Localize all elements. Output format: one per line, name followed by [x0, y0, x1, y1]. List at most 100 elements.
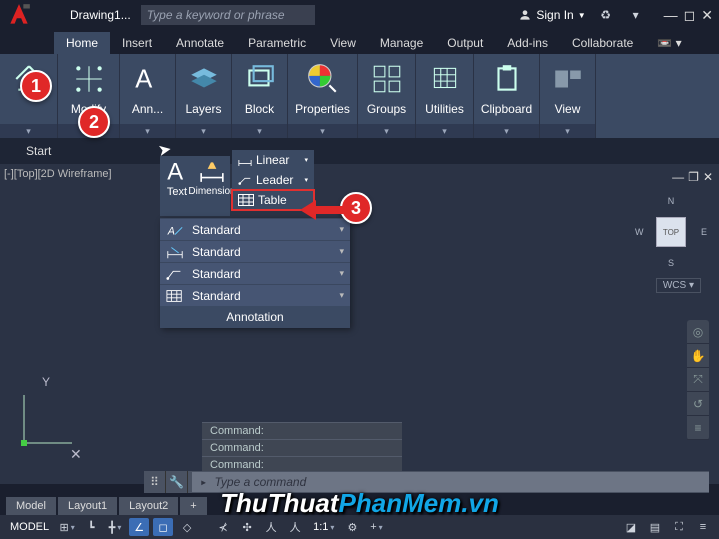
- wcs-label[interactable]: WCS ▾: [656, 278, 701, 293]
- status-scale[interactable]: 1:1▾: [309, 518, 338, 536]
- panel-drop-icon[interactable]: ▾: [288, 124, 357, 138]
- tab-home[interactable]: Home: [54, 32, 110, 54]
- vp-restore-icon[interactable]: ❐: [688, 170, 699, 184]
- tab-annotate[interactable]: Annotate: [164, 32, 236, 54]
- nav-fullnav-icon[interactable]: ◎: [687, 320, 709, 344]
- layout-tab-1[interactable]: Layout1: [58, 497, 117, 515]
- status-transparency-icon[interactable]: ✣: [237, 518, 257, 536]
- flyout-linear-button[interactable]: Linear ▾: [232, 150, 314, 170]
- status-annoscale-icon[interactable]: 人: [285, 518, 305, 536]
- panel-drop-icon[interactable]: ▾: [0, 124, 57, 138]
- tablestyle-icon: [166, 289, 184, 303]
- dimstyle-icon: [166, 245, 184, 259]
- tab-manage[interactable]: Manage: [368, 32, 435, 54]
- command-history: Command: Command: Command:: [202, 422, 402, 473]
- panel-drop-icon[interactable]: ▾: [540, 124, 595, 138]
- status-polar-icon[interactable]: ∠: [129, 518, 149, 536]
- panel-clipboard[interactable]: Clipboard ▾: [474, 54, 540, 138]
- textstyle-value: Standard: [192, 223, 331, 237]
- signin-button[interactable]: Sign In ▼: [518, 8, 585, 22]
- vp-close-icon[interactable]: ✕: [703, 170, 713, 184]
- status-snap-icon[interactable]: ┗: [81, 518, 101, 536]
- filetab-bar: Start: [0, 138, 719, 164]
- search-input[interactable]: Type a keyword or phrase: [141, 5, 315, 25]
- filetab-start[interactable]: Start: [26, 144, 51, 158]
- file-name[interactable]: Drawing1...: [70, 8, 131, 22]
- layout-tab-add[interactable]: +: [180, 497, 206, 515]
- status-grid-icon[interactable]: ⊞▾: [57, 518, 77, 536]
- tab-view[interactable]: View: [318, 32, 368, 54]
- status-cleanscreen-icon[interactable]: ⛶: [669, 518, 689, 536]
- panel-drop-icon[interactable]: ▾: [176, 124, 231, 138]
- status-plus-icon[interactable]: +▾: [366, 518, 386, 536]
- vp-minimize-icon[interactable]: —: [672, 170, 684, 184]
- maximize-button[interactable]: ◻: [684, 7, 696, 24]
- cmd-line: Command:: [202, 422, 402, 439]
- app-logo[interactable]: [6, 2, 32, 28]
- leaderstyle-value: Standard: [192, 267, 331, 281]
- help-icon[interactable]: ▾: [626, 7, 646, 23]
- status-isolate-icon[interactable]: ◪: [621, 518, 641, 536]
- layout-tab-model[interactable]: Model: [6, 497, 56, 515]
- tab-extra[interactable]: 📼 ▾: [645, 32, 693, 54]
- cmd-line: Command:: [202, 439, 402, 456]
- status-lineweight-icon[interactable]: ⊀: [213, 518, 233, 536]
- flyout-text-label: Text: [167, 186, 187, 198]
- status-otrack-icon[interactable]: ◇: [177, 518, 197, 536]
- status-osnap-icon[interactable]: ◻: [153, 518, 173, 536]
- panel-drop-icon[interactable]: ▾: [232, 124, 287, 138]
- tablestyle-dropdown[interactable]: Standard▾: [160, 284, 350, 306]
- tab-addins[interactable]: Add-ins: [495, 32, 560, 54]
- flyout-leader-label: Leader: [256, 173, 293, 187]
- viewcube[interactable]: N S E W TOP: [639, 200, 703, 264]
- viewport-label[interactable]: [-][Top][2D Wireframe]: [4, 168, 112, 180]
- panel-drop-icon[interactable]: ▾: [358, 124, 415, 138]
- exchange-icon[interactable]: ♻: [596, 7, 616, 23]
- panel-utilities[interactable]: Utilities ▾: [416, 54, 474, 138]
- flyout-dimension-button[interactable]: Dimension: [194, 156, 230, 216]
- panel-drop-icon[interactable]: ▾: [120, 124, 175, 138]
- compass-n: N: [668, 196, 675, 206]
- status-gear-icon[interactable]: ⚙: [342, 518, 362, 536]
- flyout-dimension-label: Dimension: [188, 186, 235, 197]
- nav-pan-icon[interactable]: ✋: [687, 344, 709, 368]
- nav-zoom-icon[interactable]: ⤧: [687, 368, 709, 392]
- compass-w: W: [635, 227, 644, 237]
- panel-annotation[interactable]: A Ann... ▾: [120, 54, 176, 138]
- tab-insert[interactable]: Insert: [110, 32, 164, 54]
- panel-drop-icon[interactable]: ▾: [474, 124, 539, 138]
- tab-parametric[interactable]: Parametric: [236, 32, 318, 54]
- status-customize-icon[interactable]: ≡: [693, 518, 713, 536]
- leaderstyle-dropdown[interactable]: Standard▾: [160, 262, 350, 284]
- panel-layers[interactable]: Layers ▾: [176, 54, 232, 138]
- nav-orbit-icon[interactable]: ↺: [687, 392, 709, 416]
- navigation-bar[interactable]: ◎ ✋ ⤧ ↺ ≡: [687, 320, 709, 440]
- panel-properties-label: Properties: [295, 102, 350, 116]
- cmd-customize-icon[interactable]: 🔧: [166, 471, 188, 493]
- flyout-leader-button[interactable]: Leader ▾: [232, 170, 314, 190]
- dimstyle-dropdown[interactable]: Standard▾: [160, 240, 350, 262]
- command-bar: ⠿ 🔧 ▸ Type a command: [144, 471, 709, 493]
- panel-layers-label: Layers: [185, 102, 221, 116]
- nav-showmenu-icon[interactable]: ≡: [687, 416, 709, 440]
- command-input[interactable]: ▸ Type a command: [192, 472, 709, 492]
- status-model[interactable]: MODEL: [6, 518, 53, 536]
- status-hwaccel-icon[interactable]: ▤: [645, 518, 665, 536]
- status-ortho-icon[interactable]: ╋▾: [105, 518, 125, 536]
- panel-block[interactable]: Block ▾: [232, 54, 288, 138]
- panel-drop-icon[interactable]: ▾: [416, 124, 473, 138]
- tab-output[interactable]: Output: [435, 32, 495, 54]
- panel-groups[interactable]: Groups ▾: [358, 54, 416, 138]
- layout-tab-2[interactable]: Layout2: [119, 497, 178, 515]
- flyout-title: Annotation: [160, 306, 350, 328]
- status-cycling-icon[interactable]: 人: [261, 518, 281, 536]
- tab-collaborate[interactable]: Collaborate: [560, 32, 645, 54]
- panel-view-label: View: [555, 102, 581, 116]
- minimize-button[interactable]: —: [664, 7, 678, 24]
- compass-e: E: [701, 227, 707, 237]
- cmd-handle-icon[interactable]: ⠿: [144, 471, 166, 493]
- panel-view[interactable]: View ▾: [540, 54, 596, 138]
- panel-properties[interactable]: Properties ▾: [288, 54, 358, 138]
- close-button[interactable]: ✕: [701, 7, 713, 24]
- leaderstyle-icon: [166, 267, 184, 281]
